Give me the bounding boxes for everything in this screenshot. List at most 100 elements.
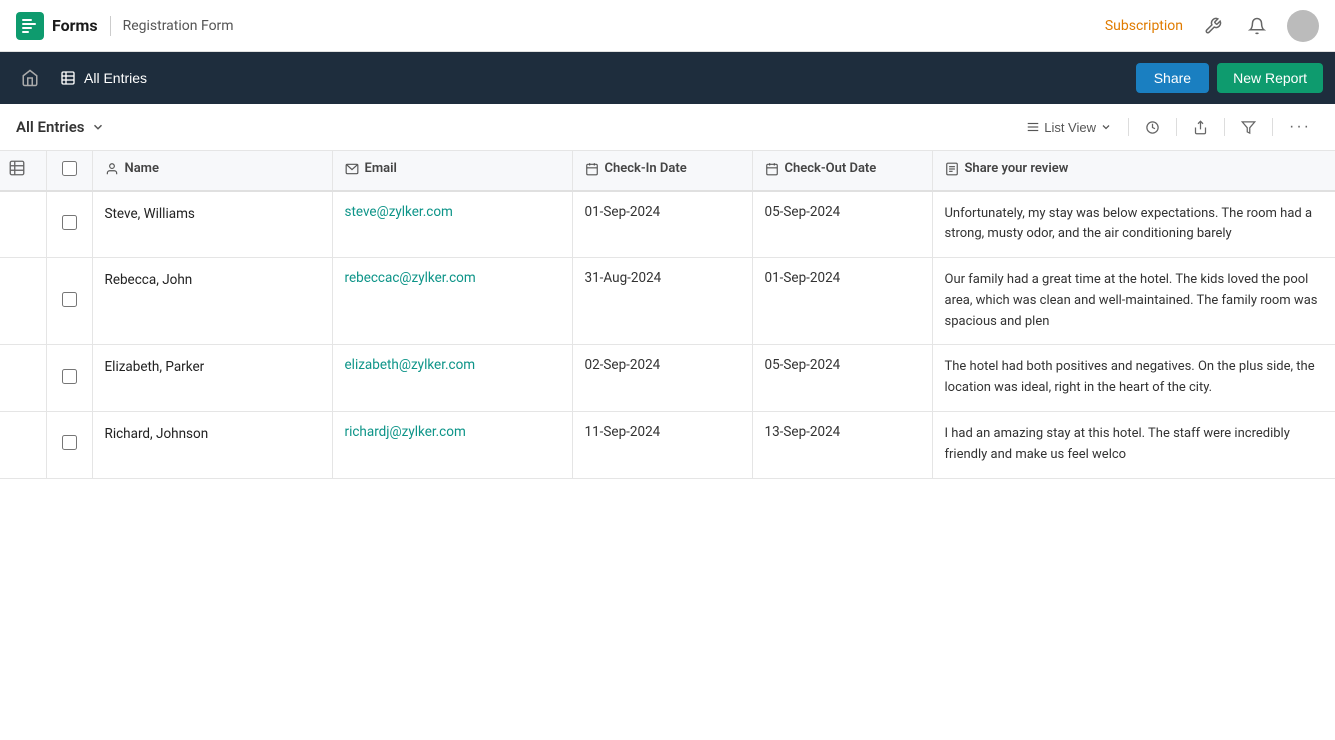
expand-cell-2: [0, 345, 46, 412]
list-view-label: List View: [1044, 120, 1096, 135]
cell-name-0: Steve, Williams: [92, 191, 332, 258]
cell-email-3[interactable]: richardj@zylker.com: [332, 412, 572, 479]
export-button[interactable]: [1185, 116, 1216, 139]
export-icon: [1193, 120, 1208, 135]
bell-icon: [1248, 17, 1266, 35]
home-button[interactable]: [12, 60, 48, 96]
cell-checkin-3: 11-Sep-2024: [572, 412, 752, 479]
checkbox-cell-3[interactable]: [46, 412, 92, 479]
table-row: Richard, Johnson richardj@zylker.com 11-…: [0, 412, 1335, 479]
doc-icon: [945, 162, 959, 176]
tools-icon: [1204, 17, 1222, 35]
breadcrumb: Registration Form: [123, 18, 234, 34]
cell-name-3: Richard, Johnson: [92, 412, 332, 479]
toolbar-divider-4: [1272, 118, 1273, 136]
home-icon: [21, 69, 39, 87]
share-button[interactable]: Share: [1136, 63, 1209, 93]
th-checkbox[interactable]: [46, 151, 92, 191]
entries-table-container: Name Email: [0, 151, 1335, 479]
th-name: Name: [92, 151, 332, 191]
select-all-checkbox[interactable]: [62, 161, 77, 176]
cell-checkin-1: 31-Aug-2024: [572, 258, 752, 345]
th-checkin-label: Check-In Date: [605, 161, 687, 176]
cell-name-1: Rebecca, John: [92, 258, 332, 345]
checkbox-cell-1[interactable]: [46, 258, 92, 345]
table-row: Rebecca, John rebeccac@zylker.com 31-Aug…: [0, 258, 1335, 345]
forms-logo-icon: [16, 12, 44, 40]
table-icon: [8, 159, 26, 177]
cell-email-0[interactable]: steve@zylker.com: [332, 191, 572, 258]
cell-email-2[interactable]: elizabeth@zylker.com: [332, 345, 572, 412]
toolbar: All Entries List View: [0, 104, 1335, 151]
th-checkin: Check-In Date: [572, 151, 752, 191]
cell-checkout-0: 05-Sep-2024: [752, 191, 932, 258]
th-review: Share your review: [932, 151, 1335, 191]
cell-name-2: Elizabeth, Parker: [92, 345, 332, 412]
subscription-link[interactable]: Subscription: [1105, 18, 1183, 34]
filter-button[interactable]: [1233, 116, 1264, 139]
avatar[interactable]: [1287, 10, 1319, 42]
row-checkbox-2[interactable]: [62, 369, 77, 384]
more-options-button[interactable]: ···: [1281, 114, 1319, 140]
new-report-button[interactable]: New Report: [1217, 63, 1323, 93]
row-checkbox-3[interactable]: [62, 435, 77, 450]
expand-cell-0: [0, 191, 46, 258]
th-review-label: Share your review: [965, 161, 1069, 176]
cell-review-1: Our family had a great time at the hotel…: [932, 258, 1335, 345]
calendar-checkout-icon: [765, 162, 779, 176]
chevron-down-icon: [91, 120, 105, 134]
entries-icon: [60, 70, 76, 86]
th-email-label: Email: [365, 161, 397, 176]
all-entries-nav-button[interactable]: All Entries: [48, 64, 159, 92]
cell-review-3: I had an amazing stay at this hotel. The…: [932, 412, 1335, 479]
bell-icon-button[interactable]: [1243, 12, 1271, 40]
cell-review-0: Unfortunately, my stay was below expecta…: [932, 191, 1335, 258]
history-icon: [1145, 120, 1160, 135]
row-checkbox-0[interactable]: [62, 215, 77, 230]
cell-checkout-2: 05-Sep-2024: [752, 345, 932, 412]
secondary-nav-right: Share New Report: [1136, 63, 1323, 93]
filter-icon: [1241, 120, 1256, 135]
calendar-checkin-icon: [585, 162, 599, 176]
cell-email-1[interactable]: rebeccac@zylker.com: [332, 258, 572, 345]
table-header-row: Name Email: [0, 151, 1335, 191]
checkbox-cell-2[interactable]: [46, 345, 92, 412]
th-expand: [0, 151, 46, 191]
top-nav: Forms Registration Form Subscription: [0, 0, 1335, 52]
list-view-icon: [1026, 120, 1040, 134]
th-checkout-label: Check-Out Date: [785, 161, 877, 176]
list-view-chevron-icon: [1100, 121, 1112, 133]
history-button[interactable]: [1137, 116, 1168, 139]
cell-checkin-2: 02-Sep-2024: [572, 345, 752, 412]
checkbox-cell-0[interactable]: [46, 191, 92, 258]
entries-table: Name Email: [0, 151, 1335, 479]
th-checkout: Check-Out Date: [752, 151, 932, 191]
cell-checkin-0: 01-Sep-2024: [572, 191, 752, 258]
secondary-nav: All Entries Share New Report: [0, 52, 1335, 104]
email-icon: [345, 162, 359, 176]
expand-cell-3: [0, 412, 46, 479]
all-entries-dropdown[interactable]: All Entries: [16, 118, 105, 136]
nav-divider: [110, 16, 111, 36]
th-email: Email: [332, 151, 572, 191]
list-view-button[interactable]: List View: [1018, 116, 1120, 139]
app-name: Forms: [52, 16, 98, 35]
cell-checkout-3: 13-Sep-2024: [752, 412, 932, 479]
top-nav-right: Subscription: [1105, 10, 1319, 42]
tools-icon-button[interactable]: [1199, 12, 1227, 40]
expand-cell-1: [0, 258, 46, 345]
more-options-icon: ···: [1289, 118, 1311, 136]
person-icon: [105, 162, 119, 176]
toolbar-divider-3: [1224, 118, 1225, 136]
cell-checkout-1: 01-Sep-2024: [752, 258, 932, 345]
row-checkbox-1[interactable]: [62, 292, 77, 307]
toolbar-right: List View ···: [1018, 114, 1319, 140]
toolbar-divider-2: [1176, 118, 1177, 136]
toolbar-divider-1: [1128, 118, 1129, 136]
table-row: Steve, Williams steve@zylker.com 01-Sep-…: [0, 191, 1335, 258]
all-entries-toolbar-label: All Entries: [16, 118, 85, 136]
th-name-label: Name: [125, 161, 159, 176]
cell-review-2: The hotel had both positives and negativ…: [932, 345, 1335, 412]
all-entries-nav-label: All Entries: [84, 70, 147, 86]
table-body: Steve, Williams steve@zylker.com 01-Sep-…: [0, 191, 1335, 479]
